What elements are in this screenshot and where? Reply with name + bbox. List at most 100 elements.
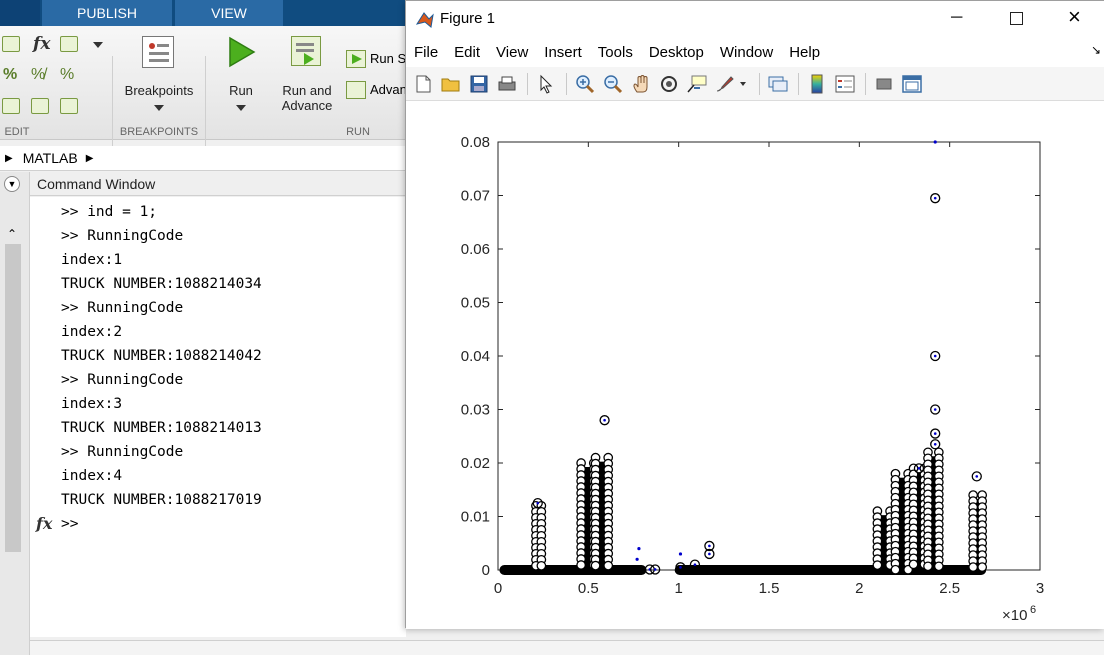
pan-icon[interactable]: [628, 71, 654, 97]
data-point: [908, 559, 919, 570]
indent-decrease-icon[interactable]: [60, 98, 78, 114]
data-point-center: [975, 475, 979, 478]
toolstrip: fx % %̸ % Breakpoints Run Run and Advanc…: [0, 26, 410, 164]
command-line: TRUCK NUMBER:1088214042: [61, 348, 262, 364]
function-icon[interactable]: [60, 36, 78, 52]
y-tick-label: 0.04: [461, 348, 490, 365]
run-advance-icon[interactable]: [291, 36, 321, 66]
address-bar[interactable]: ▶ MATLAB ▶: [0, 146, 410, 171]
command-prompt[interactable]: >>: [61, 516, 78, 532]
menu-view[interactable]: View: [488, 44, 536, 61]
divider: [527, 72, 528, 95]
menu-file[interactable]: File: [406, 44, 446, 61]
scrollbar-thumb[interactable]: [5, 244, 21, 552]
menu-help[interactable]: Help: [781, 44, 828, 61]
chevron-down-icon[interactable]: [93, 42, 103, 48]
brush-icon[interactable]: [712, 71, 738, 97]
x-tick-label: 3: [1036, 580, 1044, 597]
data-point: [678, 552, 683, 556]
divider: [759, 72, 760, 95]
hide-tools-icon[interactable]: [871, 71, 897, 97]
menu-edit[interactable]: Edit: [446, 44, 488, 61]
advance-button[interactable]: Advan: [370, 82, 407, 97]
run-icon[interactable]: [228, 36, 256, 71]
breadcrumb[interactable]: MATLAB: [23, 150, 78, 166]
figure-canvas[interactable]: 0 0.5 1 1.5 2 2.5 3 0 0.01 0.02 0.03 0.04 0.05 0.06 0.…: [406, 101, 1104, 629]
data-point-center: [653, 568, 657, 571]
chevron-right-icon[interactable]: ▶: [86, 153, 94, 164]
chevron-right-icon[interactable]: ▶: [5, 153, 13, 164]
data-point: [923, 561, 933, 572]
x-tick-label: 0: [494, 580, 502, 597]
menu-tools[interactable]: Tools: [590, 44, 641, 61]
section-label-run: RUN: [346, 126, 370, 138]
colorbar-icon[interactable]: [804, 71, 830, 97]
pointer-icon[interactable]: [533, 71, 559, 97]
insert-function-icon[interactable]: fx: [33, 34, 50, 54]
y-tick-label: 0: [482, 562, 490, 579]
indent-increase-icon[interactable]: [31, 98, 49, 114]
figure-window: Figure 1 ─ × File Edit View Insert Tools…: [405, 0, 1104, 629]
tab-view[interactable]: VIEW: [175, 0, 283, 26]
new-figure-icon[interactable]: [410, 71, 436, 97]
comment-icon[interactable]: %: [3, 66, 17, 84]
chevron-down-icon[interactable]: [236, 105, 246, 111]
baseline-band: [499, 565, 647, 575]
matlab-logo-icon: [415, 10, 434, 31]
zoom-in-icon[interactable]: [572, 71, 598, 97]
figure-toolbar: [406, 67, 1104, 101]
data-point-center: [933, 354, 937, 358]
chevron-down-icon[interactable]: [740, 81, 746, 86]
command-line: >> RunningCode: [61, 300, 184, 316]
data-point: [603, 560, 614, 571]
rotate-icon[interactable]: [656, 71, 682, 97]
legend-icon[interactable]: [832, 71, 858, 97]
scroll-up-icon[interactable]: ⌃: [7, 227, 17, 241]
tab-publish[interactable]: PUBLISH: [42, 0, 172, 26]
data-point-center: [933, 196, 937, 200]
chevron-down-icon[interactable]: ▼: [4, 176, 20, 192]
run-button[interactable]: Run: [216, 83, 266, 98]
data-point: [536, 560, 547, 571]
dock-arrow-icon[interactable]: ↘: [1091, 43, 1101, 57]
data-point: [576, 560, 586, 570]
insert-icon[interactable]: [2, 36, 20, 52]
menu-insert[interactable]: Insert: [536, 44, 590, 61]
run-and-advance-button[interactable]: Run and Advance: [272, 83, 342, 113]
run-section-button[interactable]: Run S: [370, 51, 406, 66]
open-icon[interactable]: [438, 71, 464, 97]
save-icon[interactable]: [466, 71, 492, 97]
maximize-icon[interactable]: [1010, 12, 1023, 25]
data-cursor-icon[interactable]: [684, 71, 710, 97]
x-exponent-label: ×10: [1002, 607, 1027, 624]
run-section-icon[interactable]: [346, 50, 366, 68]
data-point-center: [933, 432, 937, 435]
scatter-chart[interactable]: 0 0.5 1 1.5 2 2.5 3 0 0.01 0.02 0.03 0.04 0.05 0.06 0.…: [406, 101, 1104, 629]
menu-desktop[interactable]: Desktop: [641, 44, 712, 61]
figure-title: Figure 1: [440, 10, 496, 27]
tab-editor[interactable]: [0, 0, 40, 26]
breakpoints-button[interactable]: Breakpoints: [118, 83, 200, 98]
link-icon[interactable]: [765, 71, 791, 97]
y-tick-label: 0.06: [461, 241, 490, 258]
wrap-comments-icon[interactable]: %: [60, 66, 74, 84]
menu-window[interactable]: Window: [712, 44, 781, 61]
y-tick-label: 0.05: [461, 295, 490, 312]
minimize-icon[interactable]: ─: [951, 9, 962, 27]
data-point: [968, 562, 979, 572]
data-point-center: [536, 501, 540, 505]
zoom-out-icon[interactable]: [600, 71, 626, 97]
fx-prompt-icon[interactable]: fx: [36, 514, 52, 533]
command-window[interactable]: >> ind = 1; >> RunningCode index:1 TRUCK…: [30, 197, 406, 637]
uncomment-icon[interactable]: %̸: [31, 66, 45, 84]
print-icon[interactable]: [494, 71, 520, 97]
dock-icon[interactable]: [899, 71, 925, 97]
indent-icon[interactable]: [2, 98, 20, 114]
chevron-down-icon[interactable]: [154, 105, 164, 111]
command-line: TRUCK NUMBER:1088217019: [61, 492, 262, 508]
close-icon[interactable]: ×: [1068, 5, 1081, 29]
breakpoints-icon[interactable]: [142, 36, 174, 68]
y-tick-label: 0.07: [461, 188, 490, 205]
x-tick-label: 0.5: [578, 580, 599, 597]
advance-icon[interactable]: [346, 81, 366, 99]
